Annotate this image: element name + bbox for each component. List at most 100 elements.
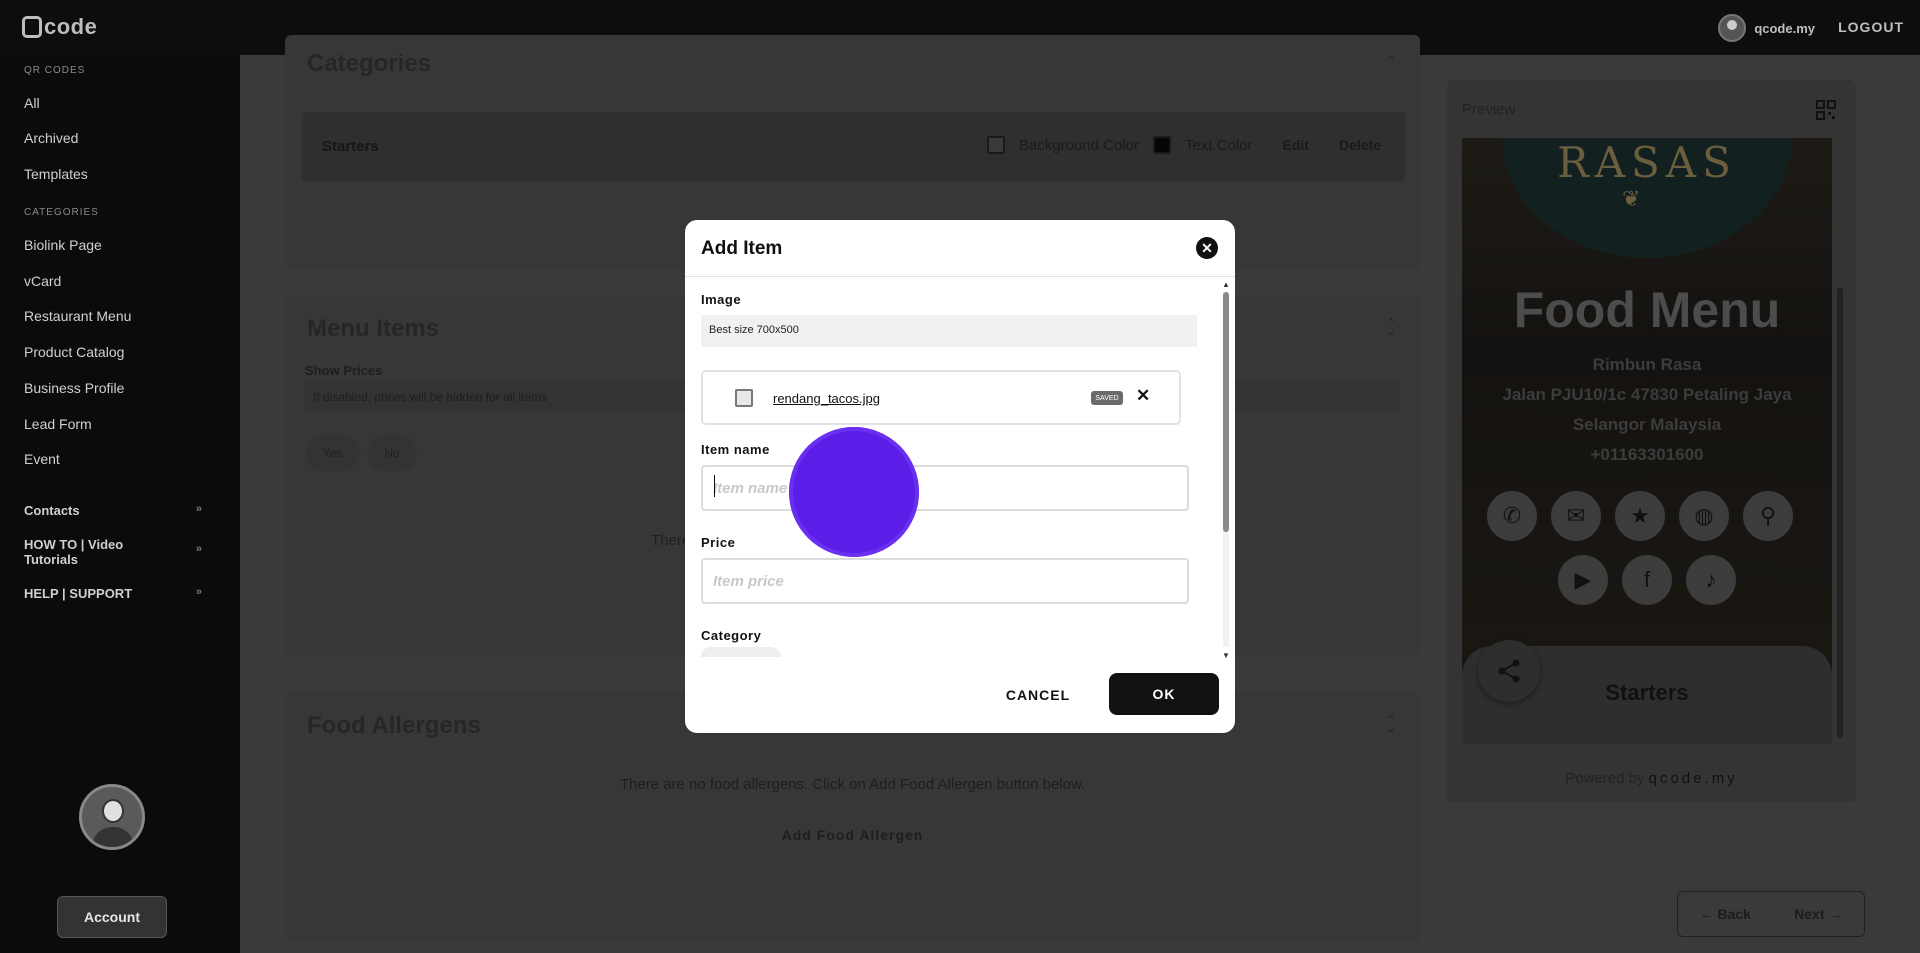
show-prices-yes-button[interactable]: Yes (305, 435, 360, 471)
text-color-label: Text Color (1184, 136, 1253, 154)
scrollbar-thumb[interactable] (1223, 292, 1229, 532)
show-prices-no-button[interactable]: No (367, 435, 417, 471)
sidebar-group-label: Contacts (24, 503, 80, 518)
qr-code-icon[interactable] (1816, 100, 1836, 120)
facebook-icon[interactable]: f (1622, 555, 1672, 605)
next-label: Next (1794, 906, 1825, 922)
cancel-button[interactable]: CANCEL (1003, 673, 1073, 717)
edit-category-button[interactable]: Edit (1283, 137, 1309, 153)
scroll-up-arrow-icon[interactable]: ▲ (1222, 280, 1230, 289)
phone-number: +01163301600 (1590, 445, 1704, 464)
restaurant-logo-text: RASAS (1557, 138, 1737, 187)
collapse-icon[interactable]: ⌃ (1386, 55, 1398, 67)
powered-by: Powered by qcode.my (1447, 770, 1856, 787)
sidebar-section-categories: CATEGORIES (24, 207, 99, 218)
sort-toggle-icon[interactable]: ⌃ ⌄ (1386, 317, 1398, 337)
text-color-swatch[interactable] (1152, 136, 1171, 154)
preview-label: Preview (1462, 101, 1516, 118)
sidebar-group-contacts[interactable]: Contacts » (24, 503, 202, 518)
delete-category-button[interactable]: Delete (1339, 137, 1381, 153)
category-label: Category (701, 628, 762, 643)
ok-button[interactable]: OK (1109, 673, 1219, 715)
category-row: Starters Background Color Text Color Edi… (302, 112, 1405, 182)
star-icon[interactable]: ★ (1615, 491, 1665, 541)
location-pin-icon[interactable]: ⚲ (1743, 491, 1793, 541)
menu-items-title: Menu Items (307, 315, 440, 342)
food-allergens-title: Food Allergens (307, 712, 481, 739)
preview-panel: Preview RASAS ❦ Food Menu Rimbun Rasa Ja… (1447, 80, 1856, 802)
scrollbar-thumb[interactable] (1837, 288, 1843, 738)
back-label: Back (1717, 906, 1751, 922)
globe-icon[interactable]: ◍ (1679, 491, 1729, 541)
menu-section-sheet: Starters (1462, 640, 1832, 744)
sidebar-item-all[interactable]: All (24, 95, 40, 111)
next-button[interactable]: Next → (1794, 906, 1842, 922)
sidebar-item-restaurant-menu[interactable]: Restaurant Menu (24, 308, 131, 324)
background-color-checkbox[interactable] (986, 136, 1005, 154)
user-name: qcode.my (1754, 20, 1815, 36)
tiktok-icon[interactable]: ♪ (1686, 555, 1736, 605)
categories-title: Categories (307, 50, 432, 77)
sidebar-item-product-catalog[interactable]: Product Catalog (24, 344, 124, 360)
file-name-link[interactable]: rendang_tacos.jpg (773, 391, 880, 406)
powered-by-brand[interactable]: qcode.my (1649, 770, 1738, 787)
preview-scrollbar[interactable] (1837, 138, 1843, 746)
sidebar-group-label: HOW TO | Video Tutorials (24, 537, 124, 567)
user-avatar-icon (1718, 14, 1747, 42)
phone-preview: RASAS ❦ Food Menu Rimbun Rasa Jalan PJU1… (1462, 138, 1832, 744)
category-options: Background Color Text Color Edit Delete (986, 136, 1381, 154)
dialog-title: Add Item (701, 238, 783, 259)
add-food-allergen-button[interactable]: Add Food Allergen (285, 827, 1420, 843)
sidebar-item-event[interactable]: Event (24, 451, 60, 467)
sort-toggle-icon[interactable]: ⌃ ⌄ (1386, 714, 1398, 734)
dialog-body: Image Best size 700x500 rendang_tacos.jp… (685, 277, 1235, 657)
menu-heading: Food Menu (1513, 282, 1781, 338)
dialog-footer: CANCEL OK (685, 657, 1235, 733)
sidebar-item-archived[interactable]: Archived (24, 130, 78, 146)
dialog-scrollbar[interactable]: ▲ ▼ (1221, 280, 1231, 660)
phone-icon[interactable]: ✆ (1487, 491, 1537, 541)
sidebar-group-label: HELP | SUPPORT (24, 586, 133, 601)
logout-link[interactable]: LOGOUT (1838, 19, 1904, 35)
address-line: Rimbun Rasa (1592, 355, 1702, 374)
item-price-input[interactable] (701, 558, 1189, 604)
saved-badge: SAVED (1091, 391, 1123, 405)
add-item-dialog: Add Item ✕ Image Best size 700x500 renda… (685, 220, 1235, 733)
background-color-label: Background Color (1018, 136, 1139, 154)
sidebar-item-lead-form[interactable]: Lead Form (24, 416, 92, 432)
brand-name: code (44, 14, 98, 39)
category-selector[interactable] (701, 647, 781, 657)
chevron-right-icon: » (195, 503, 202, 515)
account-button[interactable]: Account (57, 896, 167, 938)
sidebar-group-how-to[interactable]: HOW TO | Video Tutorials » (24, 537, 202, 567)
menu-section-title: Starters (1605, 680, 1689, 705)
close-icon[interactable]: ✕ (1196, 237, 1218, 259)
touch-indicator (789, 427, 919, 557)
text-cursor (714, 475, 715, 497)
brand-logo[interactable]: code (22, 14, 97, 40)
avatar-body (92, 827, 134, 847)
powered-by-label: Powered by (1565, 770, 1645, 787)
user-menu[interactable]: qcode.my (1718, 14, 1815, 42)
sidebar-item-vcard[interactable]: vCard (24, 273, 61, 289)
youtube-icon[interactable]: ▶ (1558, 555, 1608, 605)
chevron-right-icon: » (195, 543, 202, 555)
address-line: Jalan PJU10/1c 47830 Petaling Jaya (1502, 385, 1792, 404)
item-name-input[interactable] (701, 465, 1189, 511)
sidebar-item-biolink-page[interactable]: Biolink Page (24, 237, 102, 253)
sidebar-group-help-support[interactable]: HELP | SUPPORT » (24, 586, 202, 601)
sidebar-item-business-profile[interactable]: Business Profile (24, 380, 124, 396)
item-name-label: Item name (701, 442, 770, 457)
image-file-icon (735, 389, 753, 407)
back-button[interactable]: ← Back (1700, 906, 1751, 922)
image-size-hint: Best size 700x500 (701, 315, 1197, 347)
price-label: Price (701, 535, 736, 550)
qcode-logo-icon (22, 16, 42, 38)
food-allergens-empty-text: There are no food allergens. Click on Ad… (619, 776, 1086, 793)
scrollbar-track[interactable] (1223, 292, 1229, 647)
address-line: Selangor Malaysia (1572, 415, 1722, 434)
email-icon[interactable]: ✉ (1551, 491, 1601, 541)
remove-file-icon[interactable]: ✕ (1136, 386, 1150, 406)
sidebar-item-templates[interactable]: Templates (24, 166, 88, 182)
image-label: Image (701, 292, 742, 307)
